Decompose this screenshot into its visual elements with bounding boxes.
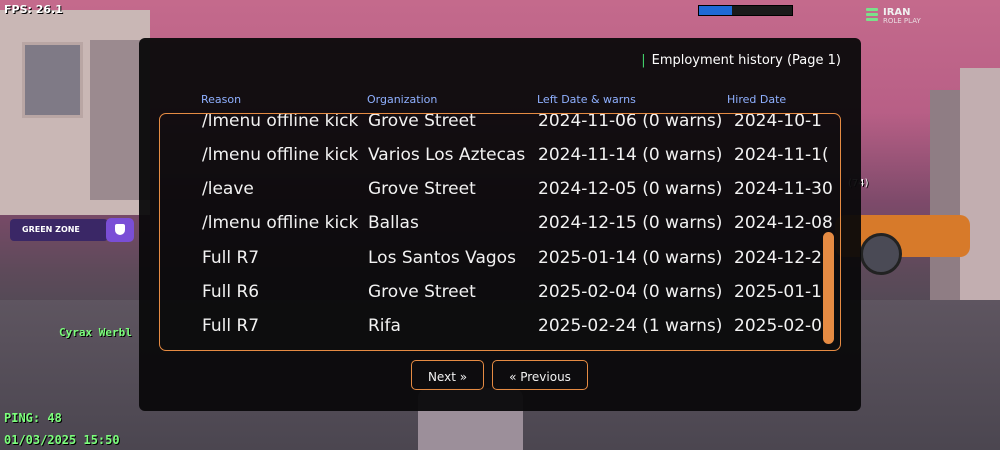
health-bar-fill bbox=[699, 6, 732, 15]
cell-hired-date: 2025-01-19 bbox=[734, 282, 833, 302]
cell-organization: Varios Los Aztecas bbox=[368, 145, 526, 165]
building-window bbox=[22, 42, 83, 118]
column-header-hired-date: Hired Date bbox=[727, 93, 787, 106]
previous-button[interactable]: « Previous bbox=[492, 360, 588, 390]
employment-history-dialog: | Employment history (Page 1) Reason Orga… bbox=[139, 38, 861, 411]
cell-left-date: 2024-12-05 (0 warns) bbox=[538, 179, 723, 199]
date-time: 01/03/2025 15:50 bbox=[4, 433, 120, 447]
table-row[interactable]: /lmenu offline kick Grove Street 2024-11… bbox=[160, 113, 840, 139]
column-header-left-date: Left Date & warns bbox=[537, 93, 636, 106]
cell-organization: Rifa bbox=[368, 316, 401, 336]
car-wheel bbox=[860, 233, 902, 275]
cell-hired-date: 2024-10-1 bbox=[734, 113, 822, 131]
shield-icon bbox=[106, 218, 134, 242]
player-nickname: Cyrax Werbl bbox=[59, 326, 132, 339]
cell-hired-date: 2024-11-30 bbox=[734, 179, 833, 199]
column-header-reason: Reason bbox=[201, 93, 242, 106]
cell-organization: Grove Street bbox=[368, 179, 476, 199]
cell-reason: Full R7 bbox=[202, 248, 260, 268]
cell-reason: /lmenu offline kick bbox=[202, 113, 359, 131]
title-accent-bar: | bbox=[641, 53, 646, 68]
fps-counter: FPS: 26.1 bbox=[4, 3, 63, 16]
ping-readout: PING: 48 bbox=[4, 411, 62, 425]
logo-mark-icon bbox=[866, 8, 878, 24]
cell-left-date: 2024-11-14 (0 warns) bbox=[538, 145, 723, 165]
logo-subtitle: ROLE PLAY bbox=[883, 17, 921, 25]
dialog-title-text: Employment history (Page 1) bbox=[651, 53, 841, 68]
table-row[interactable]: Full R6 Grove Street 2025-02-04 (0 warns… bbox=[160, 276, 840, 310]
table-scrollbar[interactable] bbox=[823, 232, 834, 344]
cell-hired-date: 2025-02-07 bbox=[734, 316, 833, 336]
cell-left-date: 2024-11-06 (0 warns) bbox=[538, 113, 723, 131]
green-zone-badge: GREEN ZONE bbox=[10, 219, 108, 241]
cell-left-date: 2025-02-24 (1 warns) bbox=[538, 316, 723, 336]
building-left bbox=[0, 10, 150, 215]
cell-left-date: 2025-02-04 (0 warns) bbox=[538, 282, 723, 302]
cell-hired-date: 2024-12-08 bbox=[734, 213, 833, 233]
cell-reason: Full R6 bbox=[202, 282, 260, 302]
dialog-title: | Employment history (Page 1) bbox=[641, 53, 841, 68]
cell-organization: Grove Street bbox=[368, 282, 476, 302]
cell-organization: Ballas bbox=[368, 213, 419, 233]
cell-reason: /lmenu offline kick bbox=[202, 145, 359, 165]
cell-hired-date: 2024-12-26 bbox=[734, 248, 833, 268]
cell-reason: Full R7 bbox=[202, 316, 260, 336]
cell-organization: Los Santos Vagos bbox=[368, 248, 516, 268]
next-button[interactable]: Next » bbox=[411, 360, 484, 390]
building-right bbox=[960, 68, 1000, 308]
cell-organization: Grove Street bbox=[368, 113, 476, 131]
cell-reason: /leave bbox=[202, 179, 254, 199]
health-bar bbox=[698, 5, 793, 16]
table-row[interactable]: Full R7 Rifa 2025-02-24 (1 warns) 2025-0… bbox=[160, 310, 840, 344]
table-row[interactable]: /leave Grove Street 2024-12-05 (0 warns)… bbox=[160, 173, 840, 207]
cell-hired-date: 2024-11-1( bbox=[734, 145, 829, 165]
column-header-organization: Organization bbox=[367, 93, 438, 106]
cell-left-date: 2025-01-14 (0 warns) bbox=[538, 248, 723, 268]
cell-reason: /lmenu offline kick bbox=[202, 213, 359, 233]
building-right-shade bbox=[930, 90, 960, 310]
history-table[interactable]: /lmenu offline kick Grove Street 2024-11… bbox=[159, 113, 841, 351]
cell-left-date: 2024-12-15 (0 warns) bbox=[538, 213, 723, 233]
table-row[interactable]: /lmenu offline kick Ballas 2024-12-15 (0… bbox=[160, 207, 840, 241]
table-row[interactable]: /lmenu offline kick Varios Los Aztecas 2… bbox=[160, 139, 840, 173]
table-row[interactable]: Full R7 Los Santos Vagos 2025-01-14 (0 w… bbox=[160, 242, 840, 276]
